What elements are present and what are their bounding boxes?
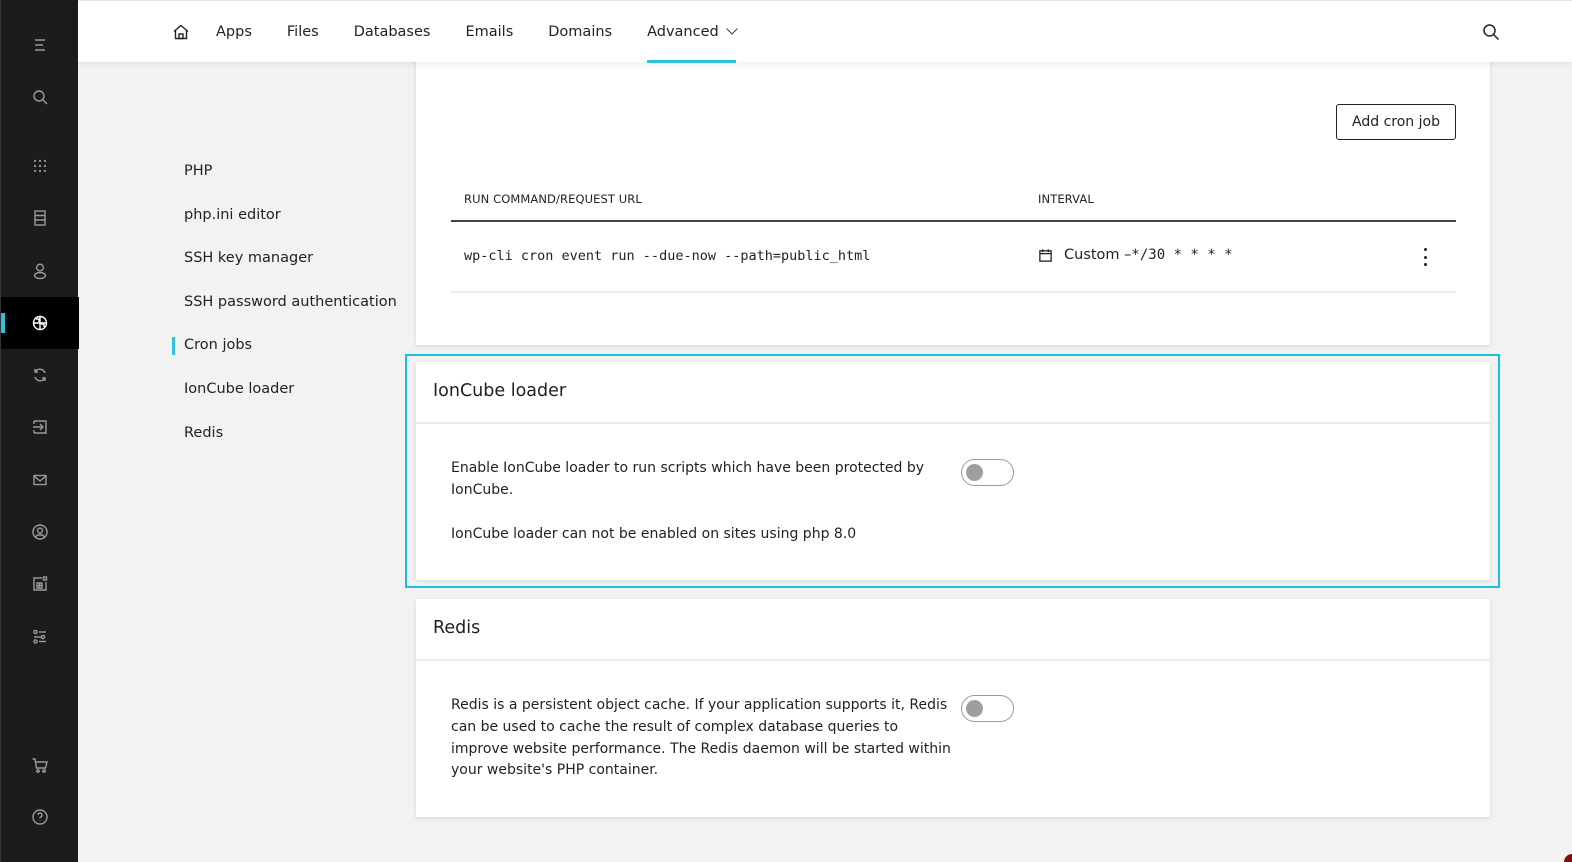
nav-emails[interactable]: Emails bbox=[465, 1, 513, 63]
server-icon bbox=[34, 210, 46, 226]
ioncube-description: Enable IonCube loader to run scripts whi… bbox=[451, 460, 925, 498]
rail-users[interactable] bbox=[1, 245, 79, 297]
rail-apps[interactable] bbox=[1, 140, 79, 192]
subnav-ssh-password-auth[interactable]: SSH password authentication bbox=[172, 281, 402, 325]
nav-files[interactable]: Files bbox=[287, 1, 319, 63]
nav-advanced[interactable]: Advanced bbox=[647, 1, 738, 63]
apps-grid-icon bbox=[33, 159, 47, 173]
subnav-cron-jobs[interactable]: Cron jobs bbox=[172, 324, 402, 368]
nav-advanced-label: Advanced bbox=[647, 24, 719, 40]
card-header: IonCube loader bbox=[416, 362, 1490, 424]
ioncube-loader-card: IonCube loader Enable IonCube loader to … bbox=[416, 362, 1490, 580]
cart-icon bbox=[32, 758, 48, 773]
rail-settings[interactable] bbox=[1, 610, 79, 662]
home-icon bbox=[173, 24, 189, 40]
table-header: RUN COMMAND/REQUEST URL INTERVAL bbox=[451, 176, 1456, 222]
cron-interval: Custom – */30 * * * * bbox=[1038, 247, 1233, 263]
nav-domains[interactable]: Domains bbox=[548, 1, 612, 63]
account-circle-icon bbox=[32, 524, 48, 540]
rail-search[interactable] bbox=[1, 71, 79, 123]
user-icon bbox=[33, 263, 47, 280]
rail-cart[interactable] bbox=[1, 739, 79, 791]
interval-expression: */30 * * * * bbox=[1131, 247, 1233, 263]
login-icon bbox=[33, 420, 47, 434]
window-corner bbox=[1564, 854, 1572, 862]
refresh-icon bbox=[34, 368, 46, 382]
row-actions-menu[interactable] bbox=[1420, 248, 1430, 266]
column-header-command: RUN COMMAND/REQUEST URL bbox=[464, 192, 642, 206]
table-row: wp-cli cron event run --due-now --path=p… bbox=[451, 222, 1456, 293]
redis-toggle[interactable] bbox=[961, 695, 1014, 722]
search-icon bbox=[1483, 24, 1500, 41]
rail-mail[interactable] bbox=[1, 454, 79, 506]
top-navigation: Apps Files Databases Emails Domains Adva… bbox=[78, 0, 1572, 63]
help-icon bbox=[32, 809, 48, 825]
ioncube-toggle[interactable] bbox=[961, 459, 1014, 486]
rail-menu[interactable] bbox=[1, 19, 79, 71]
home-link[interactable] bbox=[172, 23, 190, 41]
mail-icon bbox=[33, 474, 47, 486]
search-icon bbox=[33, 90, 48, 105]
toggle-knob bbox=[966, 700, 983, 717]
add-cron-job-button[interactable]: Add cron job bbox=[1336, 104, 1456, 140]
nav-databases[interactable]: Databases bbox=[354, 1, 431, 63]
more-vertical-icon bbox=[1423, 248, 1427, 251]
menu-icon bbox=[35, 39, 45, 51]
rail-files[interactable] bbox=[1, 192, 79, 244]
cron-jobs-card: Add cron job RUN COMMAND/REQUEST URL INT… bbox=[416, 56, 1490, 345]
dashboard-icon bbox=[33, 576, 48, 591]
cron-command: wp-cli cron event run --due-now --path=p… bbox=[464, 248, 871, 264]
card-header: Redis bbox=[416, 599, 1490, 661]
redis-description: Redis is a persistent object cache. If y… bbox=[451, 697, 951, 779]
subnav-ssh-key-manager[interactable]: SSH key manager bbox=[172, 237, 402, 281]
column-header-interval: INTERVAL bbox=[1038, 192, 1094, 206]
advanced-subnav: PHP php.ini editor SSH key manager SSH p… bbox=[172, 150, 402, 455]
card-title: Redis bbox=[433, 618, 481, 638]
globe-icon bbox=[32, 315, 48, 331]
cron-table: RUN COMMAND/REQUEST URL INTERVAL wp-cli … bbox=[451, 176, 1456, 293]
rail-domains[interactable] bbox=[1, 297, 79, 349]
rail-dashboard[interactable] bbox=[1, 558, 79, 610]
interval-label: Custom – bbox=[1064, 247, 1132, 263]
subnav-php[interactable]: PHP bbox=[172, 150, 402, 194]
global-search-button[interactable] bbox=[1482, 23, 1500, 41]
redis-card: Redis Redis is a persistent object cache… bbox=[416, 599, 1490, 817]
main-nav: Apps Files Databases Emails Domains Adva… bbox=[172, 1, 771, 63]
subnav-redis[interactable]: Redis bbox=[172, 412, 402, 456]
card-title: IonCube loader bbox=[433, 381, 567, 401]
rail-help[interactable] bbox=[1, 791, 79, 843]
app-rail bbox=[0, 0, 79, 862]
calendar-icon bbox=[1039, 248, 1052, 262]
toggle-knob bbox=[966, 464, 983, 481]
rail-migrate[interactable] bbox=[1, 401, 79, 453]
rail-sync[interactable] bbox=[1, 349, 79, 401]
nav-apps[interactable]: Apps bbox=[216, 1, 252, 63]
ioncube-note: IonCube loader can not be enabled on sit… bbox=[451, 526, 857, 542]
subnav-ioncube-loader[interactable]: IonCube loader bbox=[172, 368, 402, 412]
rail-account[interactable] bbox=[1, 506, 79, 558]
chevron-down-icon bbox=[726, 23, 738, 35]
sliders-icon bbox=[33, 629, 46, 644]
subnav-php-ini-editor[interactable]: php.ini editor bbox=[172, 194, 402, 238]
